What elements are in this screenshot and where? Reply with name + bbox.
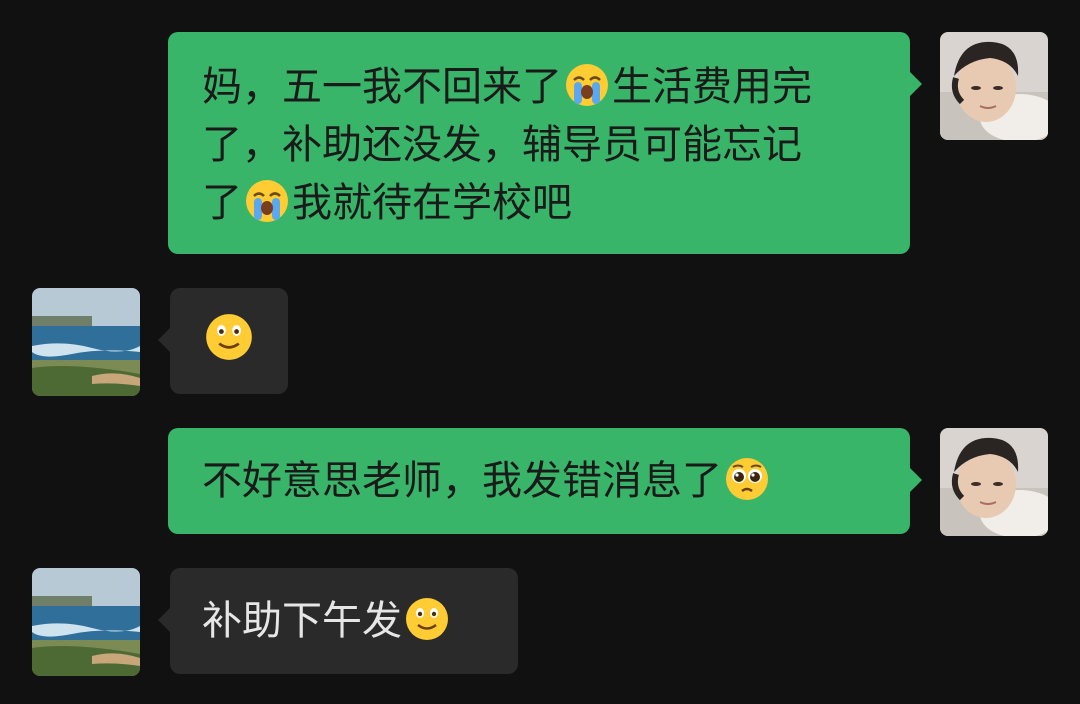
- message-text: 妈，五一我不回来了: [202, 64, 562, 110]
- message-text: 生活费用完: [612, 64, 812, 110]
- message-line: [202, 312, 288, 370]
- contact-avatar[interactable]: [32, 288, 140, 396]
- message-line: 妈，五一我不回来了 生活费用完: [202, 58, 910, 116]
- loudly-crying-face-icon: [244, 178, 290, 224]
- incoming-message-bubble[interactable]: [158, 288, 288, 394]
- outgoing-message-bubble[interactable]: 不好意思老师，我发错消息了: [168, 428, 922, 534]
- message-text: 了: [202, 180, 242, 226]
- bubble-tail: [158, 328, 170, 352]
- self-avatar[interactable]: [940, 428, 1048, 536]
- message-line: 补助下午发: [202, 592, 518, 650]
- bubble-tail: [910, 72, 922, 96]
- incoming-message-bubble[interactable]: 补助下午发: [158, 568, 518, 674]
- contact-avatar[interactable]: [32, 568, 140, 676]
- message-line: 了 我就待在学校吧: [202, 174, 910, 232]
- pleading-face-icon: [724, 456, 770, 502]
- message-text: 我就待在学校吧: [292, 180, 572, 226]
- message-line: 不好意思老师，我发错消息了: [202, 452, 910, 510]
- slightly-smiling-face-icon: [204, 312, 254, 362]
- bubble-tail: [910, 468, 922, 492]
- slightly-smiling-face-icon: [404, 596, 450, 642]
- loudly-crying-face-icon: [564, 62, 610, 108]
- message-text: 补助下午发: [202, 598, 402, 644]
- bubble-tail: [158, 608, 170, 632]
- outgoing-message-bubble[interactable]: 妈，五一我不回来了 生活费用完 了，补助还没发，辅导员可能忘记 了 我就待在学校吧: [168, 32, 922, 254]
- message-text: 了，补助还没发，辅导员可能忘记: [202, 122, 802, 168]
- message-line: 了，补助还没发，辅导员可能忘记: [202, 116, 910, 174]
- self-avatar[interactable]: [940, 32, 1048, 140]
- message-text: 不好意思老师，我发错消息了: [202, 458, 722, 504]
